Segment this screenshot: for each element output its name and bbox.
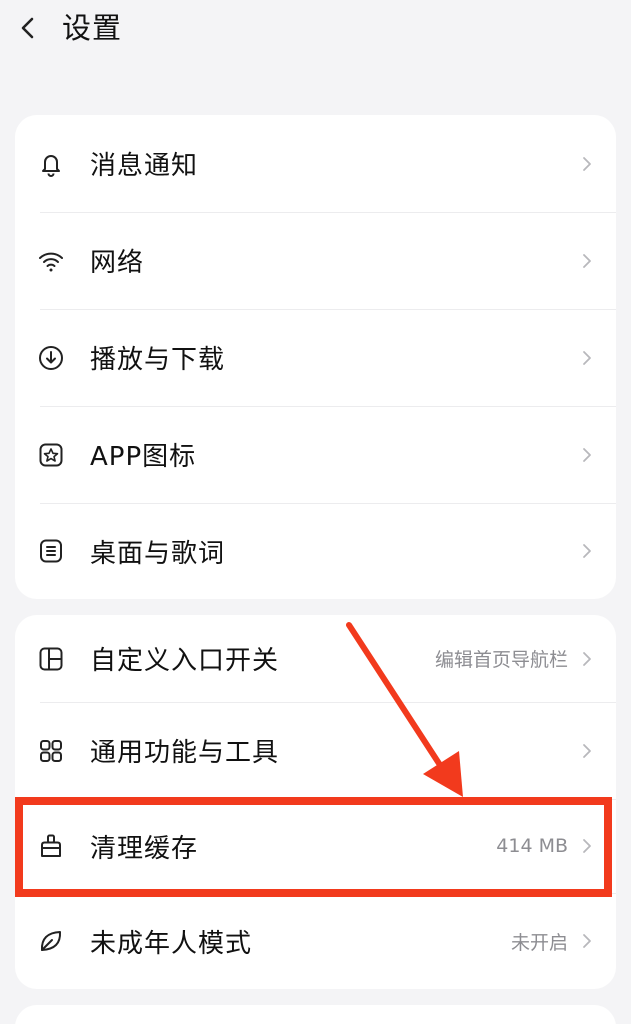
settings-item-custom-entry[interactable]: 自定义入口开关 编辑首页导航栏 [15,615,616,702]
settings-item-value: 未开启 [510,931,568,954]
back-button[interactable] [10,8,46,48]
settings-item-label: 通用功能与工具 [90,738,280,768]
lyrics-icon [37,537,65,565]
layout-icon [37,645,65,673]
settings-item-desktop-lyrics[interactable]: 桌面与歌词 [15,503,616,599]
settings-item-playback-download[interactable]: 播放与下载 [15,309,616,406]
chevron-right-icon [580,836,594,856]
chevron-right-icon [580,251,594,271]
settings-group-2: 自定义入口开关 编辑首页导航栏 通用功能与工具 清理缓存 414 MB 未成年人… [15,615,616,989]
header: 设置 [0,0,631,56]
settings-item-clear-cache[interactable]: 清理缓存 414 MB [15,799,616,893]
settings-item-notifications[interactable]: 消息通知 [15,115,616,212]
wifi-icon [37,247,65,275]
download-icon [37,344,65,372]
chevron-right-icon [580,541,594,561]
broom-icon [37,832,65,860]
chevron-right-icon [580,931,594,951]
settings-group-3 [15,1005,616,1024]
settings-item-label: 播放与下载 [90,345,226,375]
leaf-icon [37,927,65,955]
chevron-left-icon [21,17,34,39]
chevron-right-icon [580,741,594,761]
chevron-right-icon [580,154,594,174]
settings-item-label: APP图标 [90,442,197,472]
settings-group-1: 消息通知 网络 播放与下载 APP图标 桌面与歌词 [15,115,616,599]
settings-item-label: 消息通知 [90,151,199,181]
settings-item-label: 网络 [90,248,145,278]
bell-icon [37,150,65,178]
settings-item-value: 编辑首页导航栏 [434,649,568,671]
app-icon [37,441,65,469]
chevron-right-icon [580,649,594,669]
settings-item-label: 自定义入口开关 [90,646,280,676]
settings-item-app-icon[interactable]: APP图标 [15,406,616,503]
chevron-right-icon [580,445,594,465]
grid-icon [37,737,65,765]
settings-item-minor-mode[interactable]: 未成年人模式 未开启 [15,893,616,989]
settings-item-label: 清理缓存 [90,833,199,864]
settings-page: 设置 消息通知 网络 播放与下载 APP图标 桌面与歌词 自定义入口开关 编辑首… [0,0,631,1024]
settings-item-general-tools[interactable]: 通用功能与工具 [15,702,616,799]
settings-item-label: 桌面与歌词 [90,538,226,569]
page-title: 设置 [62,11,123,45]
chevron-right-icon [580,348,594,368]
settings-item-value: 414 MB [496,835,568,857]
settings-item-label: 未成年人模式 [90,928,253,959]
settings-item-network[interactable]: 网络 [15,212,616,309]
